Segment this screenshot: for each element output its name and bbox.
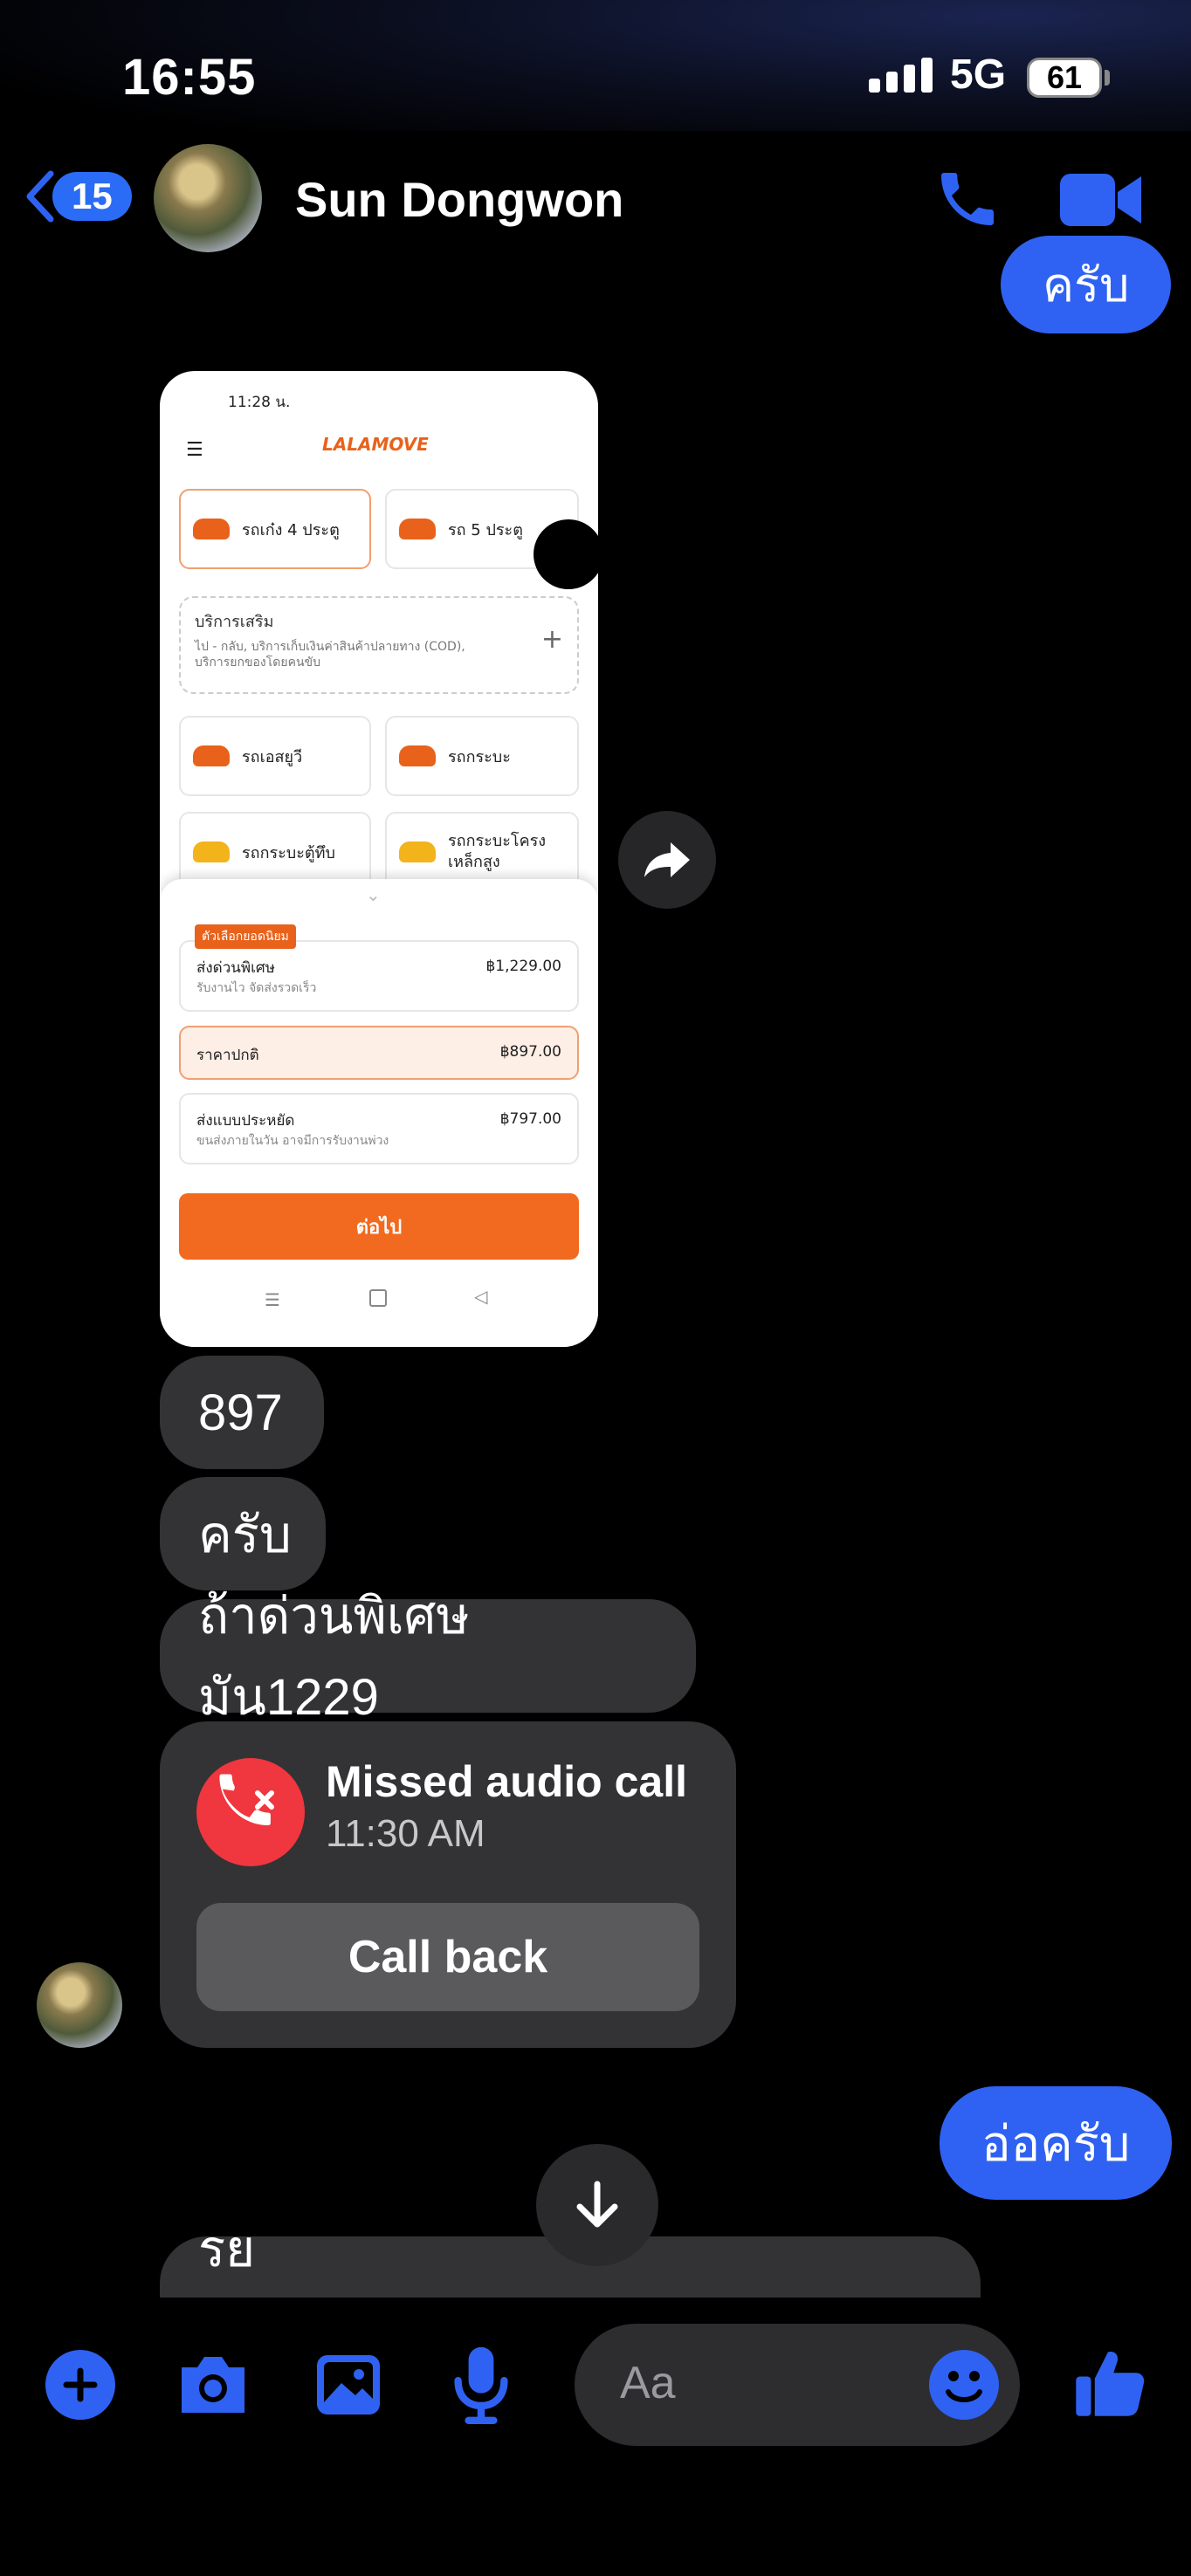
shared-image-lalamove[interactable]: 11:28 น. ☰ LALAMOVE รถเก๋ง 4 ประตู รถ 5 …: [160, 371, 598, 1347]
missed-call-icon: [196, 1758, 305, 1866]
outgoing-message[interactable]: ครับ: [1001, 236, 1172, 333]
incoming-message[interactable]: 897: [160, 1356, 324, 1469]
car-icon: [193, 519, 230, 539]
missed-call-title: Missed audio call: [326, 1757, 688, 1806]
car-icon: [399, 519, 436, 539]
option-title: ส่งแบบประหยัด: [196, 1112, 295, 1130]
arrow-down-icon: [576, 2181, 618, 2228]
battery-icon: 61: [1027, 58, 1102, 98]
message-text: อ่อครับ: [981, 2115, 1131, 2171]
missed-call-card[interactable]: Missed audio call 11:30 AM Call back: [160, 1721, 736, 2048]
option-title: ส่งด่วนพิเศษ: [196, 959, 275, 977]
lalamove-logo: LALAMOVE: [322, 434, 429, 455]
contact-name[interactable]: Sun Dongwon: [295, 171, 623, 228]
forward-button[interactable]: [618, 811, 716, 909]
vehicle-label: รถกระบะ: [448, 747, 511, 766]
popular-badge: ตัวเลือกยอดนิยม: [195, 924, 296, 949]
incoming-message[interactable]: ถ้าด่วนพิเศษ มัน1229: [160, 1588, 696, 1726]
truck-icon: [399, 841, 436, 862]
vehicle-option: รถเอสยูวี: [179, 716, 371, 796]
message-input[interactable]: Aa: [575, 2324, 1020, 2446]
extra-service-desc: ไป - กลับ, บริการเก็บเงินค่าสินค้าปลายทา…: [195, 640, 465, 670]
next-button: ต่อไป: [179, 1193, 579, 1260]
emoji-icon[interactable]: [929, 2350, 999, 2420]
vehicle-label: รถเอสยูวี: [242, 747, 303, 766]
nav-home-icon: [369, 1289, 387, 1307]
sender-avatar[interactable]: [37, 1962, 122, 2048]
call-back-button[interactable]: Call back: [196, 1903, 699, 2011]
unread-count-badge: 15: [52, 172, 132, 221]
outgoing-message[interactable]: อ่อครับ: [940, 2086, 1173, 2200]
missed-call-time: 11:30 AM: [326, 1812, 485, 1855]
vehicle-label: รถกระบะตู้ทึบ: [242, 843, 335, 862]
option-price: ฿897.00: [499, 1043, 561, 1061]
back-button[interactable]: 15: [24, 170, 132, 223]
microphone-icon[interactable]: [451, 2343, 512, 2427]
share-arrow-icon: [644, 842, 690, 877]
price-option: ส่งแบบประหยัด ขนส่งภายในวัน อาจมีการรับง…: [179, 1093, 579, 1164]
network-type: 5G: [950, 52, 1007, 98]
chevron-left-icon: [26, 170, 54, 223]
vehicle-label: รถกระบะโครง เหล็กสูง: [448, 832, 547, 871]
image-status-bar: 11:28 น.: [228, 394, 291, 411]
price-option-selected: ราคาปกติ ฿897.00: [179, 1026, 579, 1080]
option-sub: ขนส่งภายในวัน อาจมีการรับงานพ่วง: [196, 1134, 389, 1148]
option-price: ฿1,229.00: [485, 958, 561, 975]
car-icon: [399, 745, 436, 766]
vehicle-label: รถ 5 ประตู: [448, 520, 523, 539]
phone-icon[interactable]: [933, 164, 1002, 234]
signal-strength-icon: [869, 58, 933, 93]
extra-services-box: บริการเสริม ไป - กลับ, บริการเก็บเงินค่า…: [179, 596, 579, 694]
scroll-to-bottom-button[interactable]: [536, 2144, 658, 2266]
option-title: ราคาปกติ: [196, 1047, 259, 1064]
nav-back-icon: ◁: [474, 1286, 488, 1307]
status-time: 16:55: [122, 49, 257, 106]
image-overlay-dot: [534, 519, 598, 589]
price-option: ส่งด่วนพิเศษ รับงานไว จัดส่งรวดเร็ว ฿1,2…: [179, 940, 579, 1012]
extra-service-title: บริการเสริม: [195, 613, 274, 631]
plus-icon[interactable]: [45, 2350, 115, 2420]
battery-tip: [1105, 70, 1110, 86]
incoming-message[interactable]: ครับ: [160, 1477, 326, 1590]
contact-avatar[interactable]: [154, 144, 262, 252]
message-text: ถ้าด่วนพิเศษ มัน1229: [198, 1588, 470, 1726]
vehicle-option: รถกระบะ: [385, 716, 579, 796]
camera-icon[interactable]: [175, 2350, 251, 2420]
chevron-down-icon: ⌄: [366, 884, 381, 905]
vehicle-option: รถเก๋ง 4 ประตู: [179, 489, 371, 569]
gallery-icon[interactable]: [313, 2350, 384, 2420]
vehicle-label: รถเก๋ง 4 ประตู: [242, 520, 340, 539]
message-text: 897: [198, 1384, 283, 1441]
thumbs-up-icon[interactable]: [1072, 2345, 1147, 2420]
truck-icon: [193, 841, 230, 862]
battery-level: 61: [1046, 59, 1083, 95]
price-sheet: ⌄ ตัวเลือกยอดนิยม ส่งด่วนพิเศษ รับงานไว …: [160, 879, 598, 1347]
message-input-placeholder: Aa: [620, 2358, 676, 2408]
car-icon: [193, 745, 230, 766]
nav-menu-icon: ☰: [265, 1289, 280, 1310]
plus-icon: +: [540, 624, 563, 655]
menu-icon: ☰: [186, 439, 203, 461]
message-text: ครับ: [198, 1506, 292, 1563]
message-text: ครับ: [1043, 259, 1130, 312]
video-call-icon[interactable]: [1060, 169, 1144, 230]
option-price: ฿797.00: [499, 1110, 561, 1128]
option-sub: รับงานไว จัดส่งรวดเร็ว: [196, 981, 317, 995]
